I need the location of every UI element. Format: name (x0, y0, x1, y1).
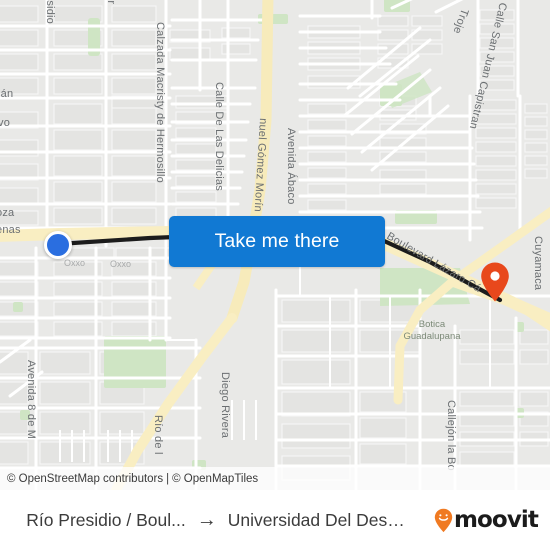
svg-text:Diego Rivera: Diego Rivera (219, 372, 231, 439)
svg-text:oza: oza (0, 207, 15, 219)
moovit-logo[interactable]: moovit (434, 506, 539, 533)
svg-text:Avenida 8 de M: Avenida 8 de M (25, 360, 37, 439)
destination-pin-marker[interactable] (479, 261, 511, 303)
svg-text:ján: ján (0, 88, 13, 100)
moovit-pin-icon (434, 508, 453, 532)
svg-text:Río de l: Río de l (152, 415, 164, 455)
svg-text:Guadalupana: Guadalupana (403, 331, 461, 342)
arrow-right-icon: → (196, 509, 217, 531)
map-attribution: © OpenStreetMap contributors | © OpenMap… (0, 467, 550, 490)
trip-footer: Río Presidio / Boul... → Universidad Del… (0, 490, 550, 550)
svg-text:ur: ur (105, 0, 117, 4)
svg-text:Callejón la Bo: Callejón la Bo (445, 400, 457, 471)
origin-label[interactable]: Río Presidio / Boul... (26, 510, 186, 531)
svg-text:Cuyamaca: Cuyamaca (532, 236, 544, 291)
svg-text:Oxxo: Oxxo (110, 259, 131, 269)
attribution-openmaptiles[interactable]: © OpenMapTiles (172, 473, 258, 485)
svg-text:Calzada Macristy de Hermosillo: Calzada Macristy de Hermosillo (154, 22, 166, 183)
trip-endpoints: Río Presidio / Boul... → Universidad Del… (12, 510, 428, 531)
svg-text:vo: vo (0, 117, 10, 129)
map-canvas[interactable]: esidio ur Calzada Macristy de Hermosillo… (0, 0, 550, 490)
take-me-there-button[interactable]: Take me there (169, 216, 385, 267)
svg-text:Calle De Las Delicias: Calle De Las Delicias (213, 82, 225, 191)
svg-text:enas: enas (0, 224, 21, 236)
svg-text:Avenida Ábaco: Avenida Ábaco (285, 128, 298, 205)
svg-text:Oxxo: Oxxo (64, 258, 85, 268)
svg-text:esidio: esidio (44, 0, 56, 24)
origin-dot-marker[interactable] (44, 231, 72, 259)
destination-label[interactable]: Universidad Del Desarrollo P... (228, 510, 414, 531)
moovit-wordmark: moovit (453, 506, 539, 533)
svg-text:Botica: Botica (419, 319, 446, 330)
map-pin-icon (481, 262, 509, 302)
moovit-route-preview: esidio ur Calzada Macristy de Hermosillo… (0, 0, 550, 550)
attribution-separator: | (166, 472, 170, 485)
attribution-osm[interactable]: © OpenStreetMap contributors (7, 473, 163, 485)
